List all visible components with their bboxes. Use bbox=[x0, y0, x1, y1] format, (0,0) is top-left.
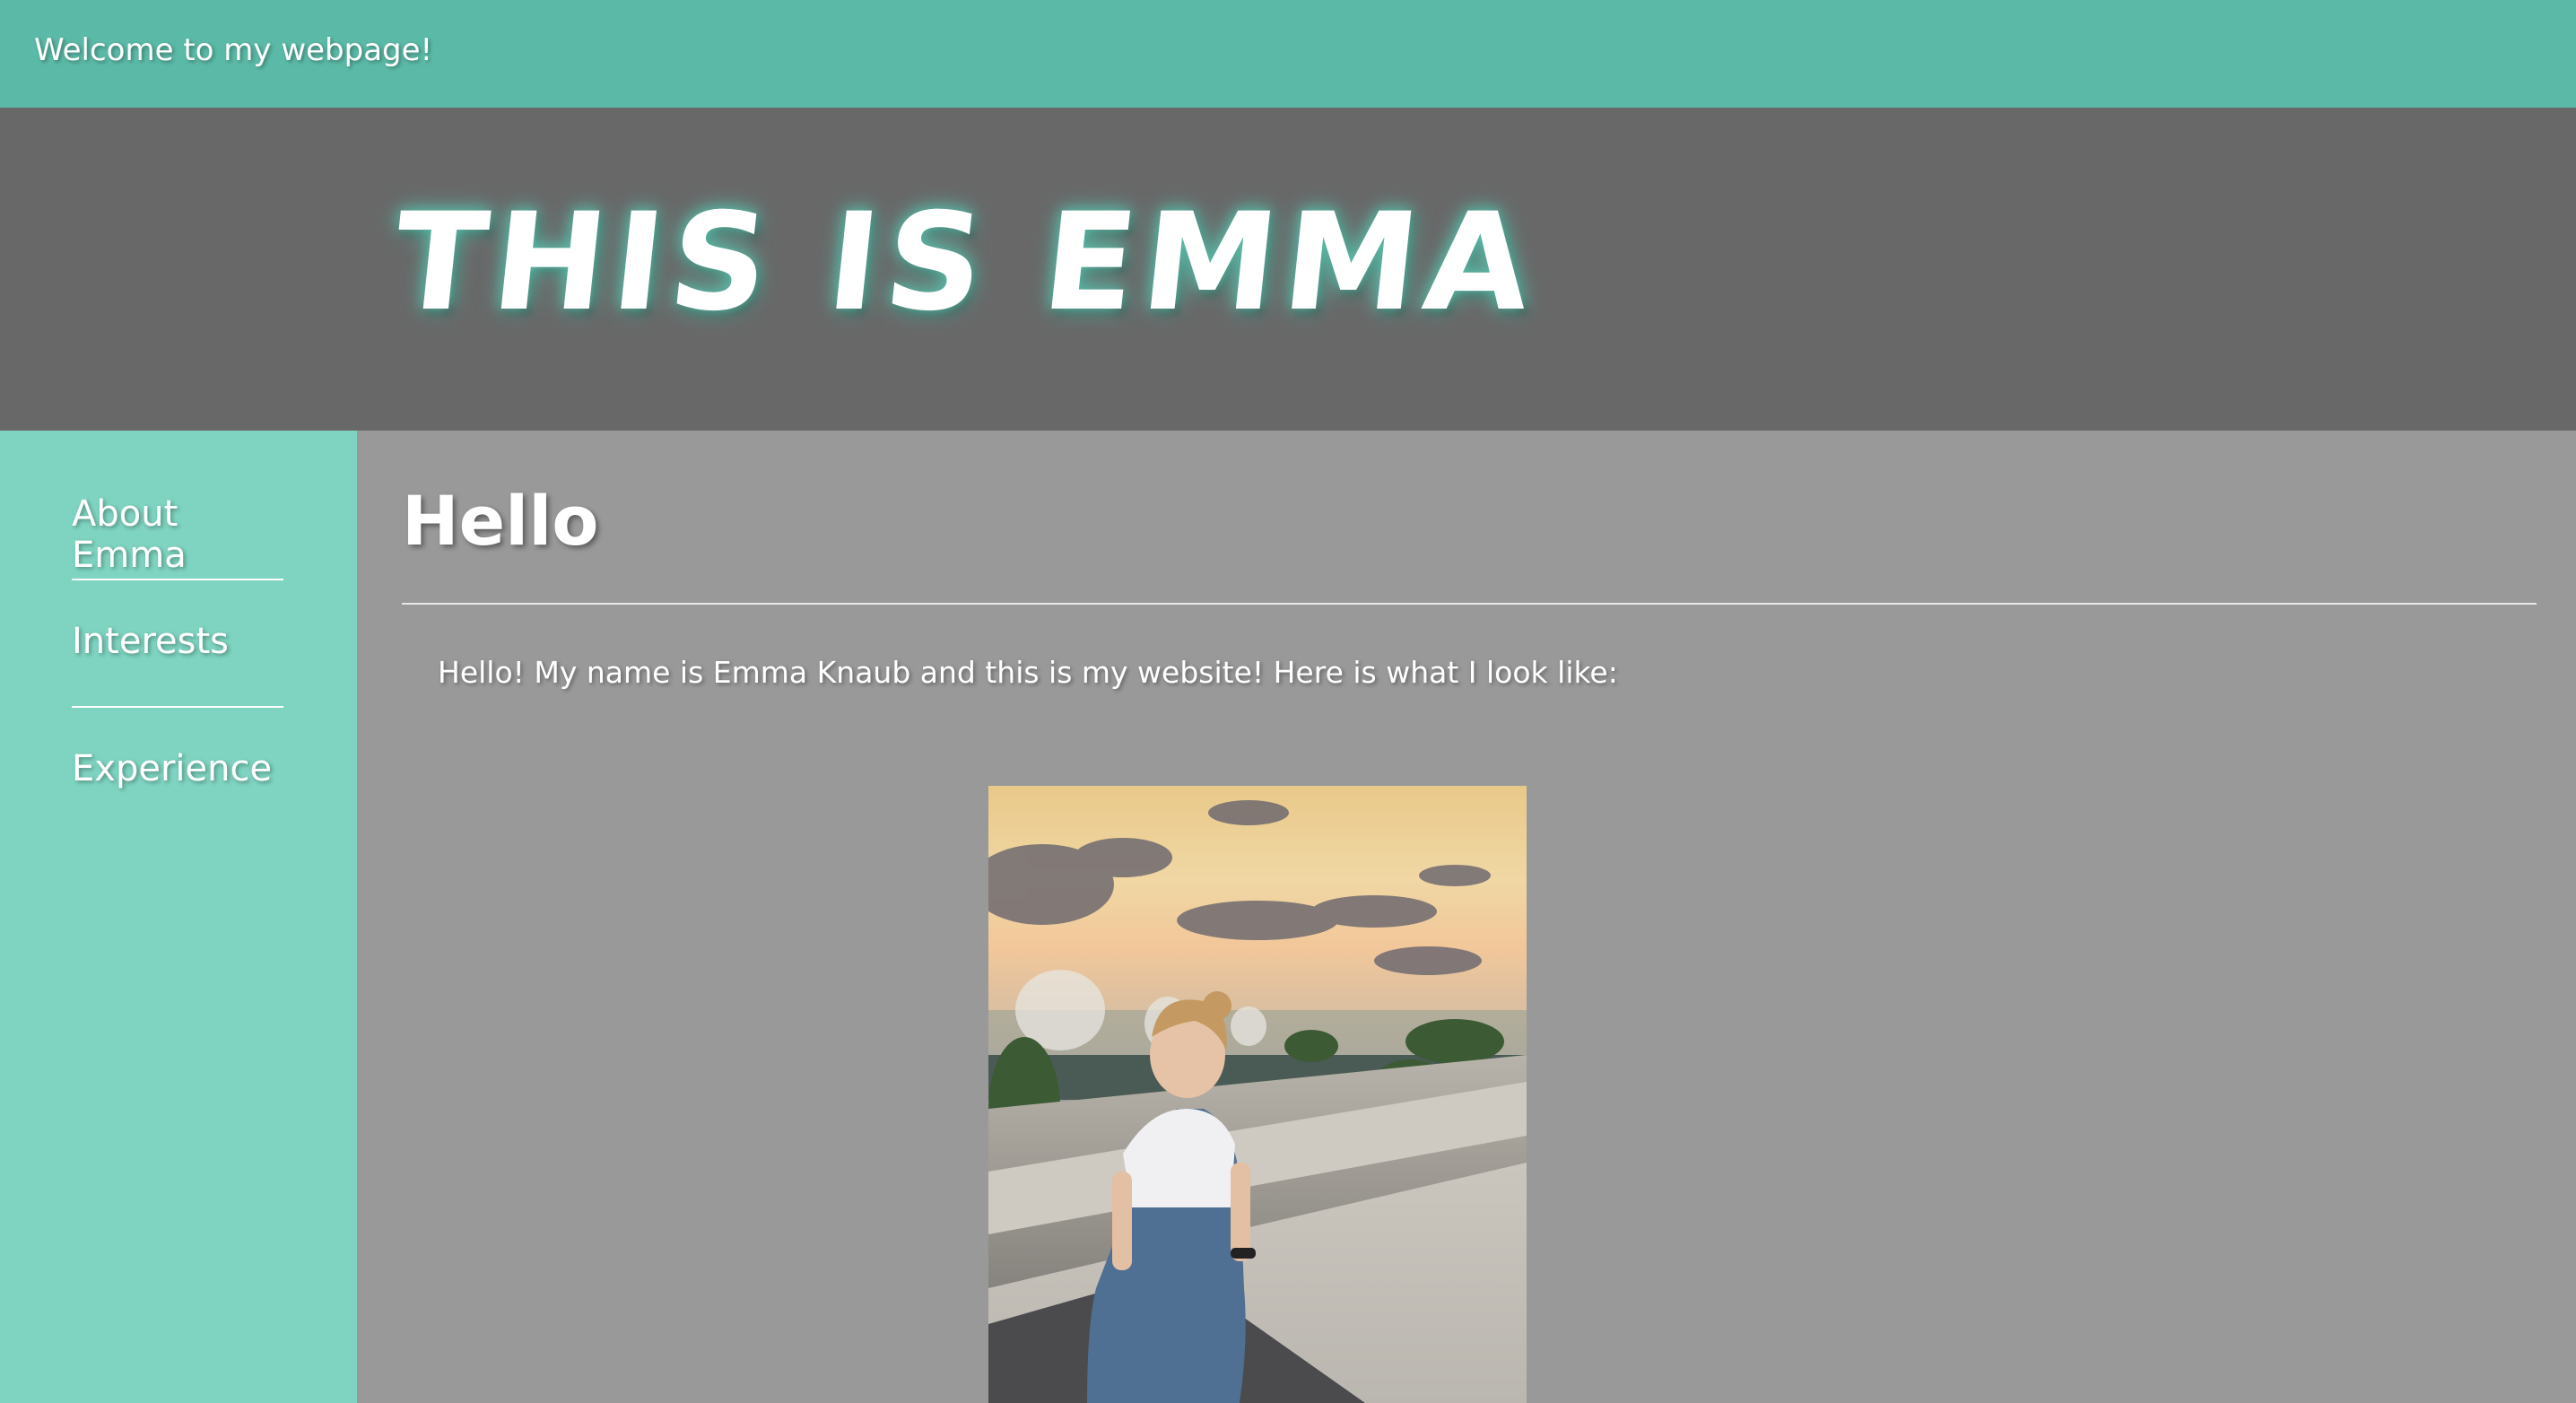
top-bar: Welcome to my webpage! bbox=[0, 0, 2576, 108]
site-title: THIS IS EMMA bbox=[386, 185, 1545, 341]
site-header: THIS IS EMMA bbox=[0, 108, 2576, 431]
profile-photo bbox=[988, 786, 1527, 1403]
page-heading: Hello bbox=[402, 481, 599, 561]
sidebar-nav: About Emma Interests Experience bbox=[0, 431, 357, 1403]
sidebar-divider bbox=[72, 706, 283, 708]
sidebar-divider bbox=[72, 579, 283, 580]
heading-divider bbox=[402, 603, 2537, 605]
welcome-text: Welcome to my webpage! bbox=[34, 32, 433, 68]
sidebar-item-interests[interactable]: Interests bbox=[72, 621, 283, 662]
sidebar-item-about-emma[interactable]: About Emma bbox=[72, 493, 283, 576]
main-content: Hello Hello! My name is Emma Knaub and t… bbox=[357, 431, 2576, 1403]
sidebar-item-experience[interactable]: Experience bbox=[72, 748, 283, 789]
photo-illustration bbox=[988, 786, 1527, 1403]
intro-paragraph: Hello! My name is Emma Knaub and this is… bbox=[438, 655, 1618, 690]
